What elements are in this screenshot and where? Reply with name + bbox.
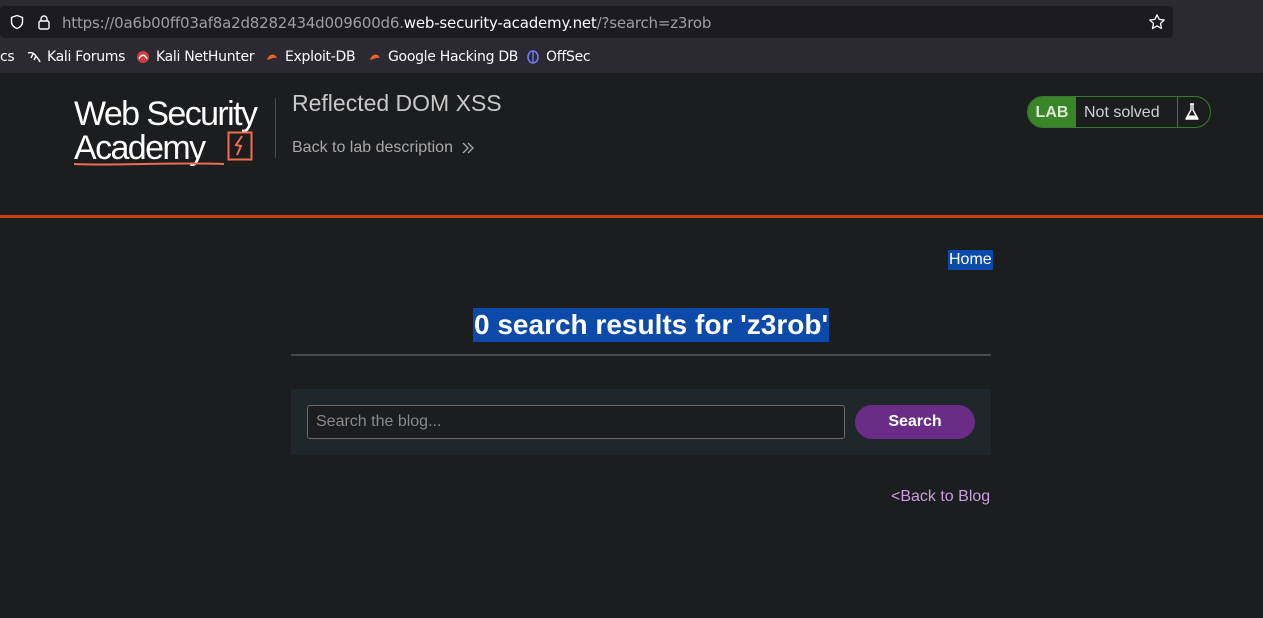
search-results-heading: 0 search results for 'z3rob' <box>473 308 830 342</box>
bookmark-item[interactable]: cs <box>0 49 15 65</box>
bookmark-label: Kali Forums <box>47 49 126 65</box>
kali-dragon-icon <box>27 51 41 63</box>
bookmark-google-hacking-db[interactable]: Google Hacking DB <box>368 49 518 65</box>
lab-status-text: Not solved <box>1084 104 1160 121</box>
bookmark-label: Google Hacking DB <box>388 49 519 65</box>
back-to-blog-link[interactable]: <Back to Blog <box>891 488 990 506</box>
bookmark-label: OffSec <box>546 49 591 65</box>
lab-badge: LAB <box>1028 97 1076 127</box>
bookmark-exploit-db[interactable]: Exploit-DB <box>265 49 356 65</box>
lock-icon[interactable] <box>36 14 52 30</box>
exploitdb-icon <box>267 54 277 60</box>
url-text[interactable]: https://0a6b00ff03af8a2d8282434d009600d6… <box>62 14 711 32</box>
header-accent-rule <box>0 215 1263 218</box>
offsec-icon <box>527 50 539 64</box>
search-button[interactable]: Search <box>855 405 975 439</box>
bookmark-offsec[interactable]: OffSec <box>526 49 591 65</box>
browser-chrome: https://0a6b00ff03af8a2d8282434d009600d6… <box>0 0 1263 73</box>
search-input[interactable] <box>307 405 845 439</box>
bookmark-kali-forums[interactable]: Kali Forums <box>27 49 125 65</box>
header-divider <box>275 98 276 158</box>
bookmark-kali-nethunter[interactable]: Kali NetHunter <box>136 49 255 65</box>
double-chevron-right-icon <box>462 142 474 154</box>
lab-title: Reflected DOM XSS <box>292 90 502 116</box>
bookmark-star-icon[interactable] <box>1148 13 1166 31</box>
academy-logo-mark-icon <box>227 131 253 161</box>
bookmark-label: Exploit-DB <box>285 49 356 65</box>
search-form: Search <box>291 389 991 455</box>
back-to-lab-description-link[interactable]: Back to lab description <box>292 139 475 157</box>
heading-divider <box>291 354 991 356</box>
bookmark-label: Kali NetHunter <box>156 49 255 65</box>
tracking-protection-shield-icon[interactable] <box>9 14 25 30</box>
home-link[interactable]: Home <box>948 250 993 270</box>
bookmark-label: cs <box>0 49 15 65</box>
flask-icon <box>1185 103 1199 120</box>
ghdb-icon <box>370 54 380 60</box>
nethunter-icon <box>137 51 149 63</box>
bookmarks-toolbar: cs Kali Forums Kali NetHunter Exploit-DB… <box>0 46 1263 70</box>
logo-underline-icon <box>74 162 224 166</box>
status-separator <box>1177 97 1178 127</box>
lab-header: Web Security Academy Reflected DOM XSS B… <box>0 73 1263 216</box>
web-security-academy-logo[interactable]: Web Security Academy <box>74 95 274 167</box>
lab-status-widget: LAB Not solved <box>1027 96 1211 128</box>
address-bar[interactable]: https://0a6b00ff03af8a2d8282434d009600d6… <box>0 6 1173 38</box>
back-to-lab-description-label: Back to lab description <box>292 139 453 156</box>
